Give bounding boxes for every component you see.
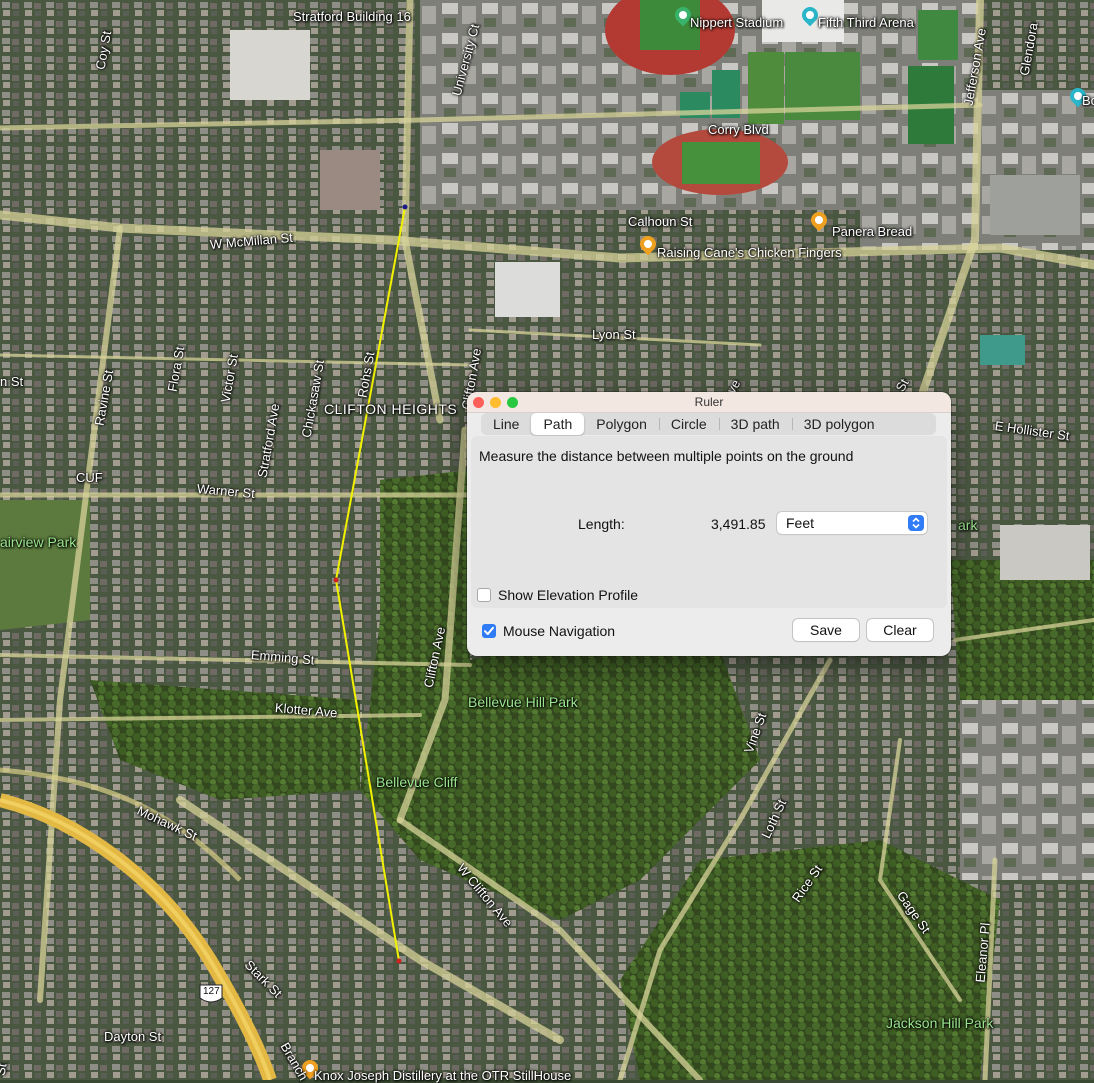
measure-pane: Measure the distance between multiple po… [471,436,947,608]
map-label: 127 [203,986,220,997]
tab-path[interactable]: Path [531,413,585,435]
unit-select-value: Feet [786,515,815,531]
map-label: Bellevue Hill Park [468,694,578,710]
mouse-navigation-label: Mouse Navigation [503,623,616,639]
show-elevation-profile-row[interactable]: Show Elevation Profile [477,587,638,603]
tab-3d-path[interactable]: 3D path [718,413,792,435]
map-label: CLIFTON HEIGHTS [324,401,458,417]
chevron-updown-icon [908,515,924,531]
length-label: Length: [578,516,625,532]
show-elevation-label: Show Elevation Profile [498,587,639,603]
map-label: ark [958,517,978,533]
map-label: Bellevue Cliff [376,774,458,790]
map-label: Dayton St [104,1029,162,1044]
map-label: airview Park [0,534,77,550]
mode-description: Measure the distance between multiple po… [479,448,854,464]
map-label: Jackson Hill Park [886,1015,994,1031]
map-label: Stratford Building 16 [293,9,411,24]
map-label: CUF [76,470,103,485]
map-label: Bo [1082,93,1094,108]
map-label: Knox Joseph Distillery at the OTR StillH… [314,1068,572,1083]
mouse-navigation-checkbox[interactable] [482,624,496,638]
checkmark-icon [484,626,494,635]
ruler-window: Ruler Line Path Polygon Circle 3D path 3… [467,392,951,656]
show-elevation-checkbox[interactable] [477,588,491,602]
save-button[interactable]: Save [793,619,859,641]
map-label: Lyon St [592,327,636,342]
title-bar[interactable]: Ruler [467,392,951,413]
map-label: Raising Cane's Chicken Fingers [657,245,842,260]
map-label: Fifth Third Arena [818,15,914,30]
clear-button[interactable]: Clear [867,619,933,641]
window-title: Ruler [694,395,724,409]
map-label: Panera Bread [832,224,913,239]
map-label: n St [0,374,24,389]
mouse-navigation-row[interactable]: Mouse Navigation [482,623,615,639]
map-label: Calhoun St [628,214,693,229]
map-label: Corry Blvd [708,122,769,137]
measure-mode-tabs: Line Path Polygon Circle 3D path 3D poly… [481,413,936,435]
tab-line[interactable]: Line [481,413,531,435]
map-label: Nippert Stadium [690,15,784,30]
tab-circle[interactable]: Circle [658,413,719,435]
tab-3d-polygon[interactable]: 3D polygon [791,413,887,435]
length-value: 3,491.85 [711,516,766,532]
tab-polygon[interactable]: Polygon [584,413,659,435]
unit-select[interactable]: Feet [777,512,927,534]
